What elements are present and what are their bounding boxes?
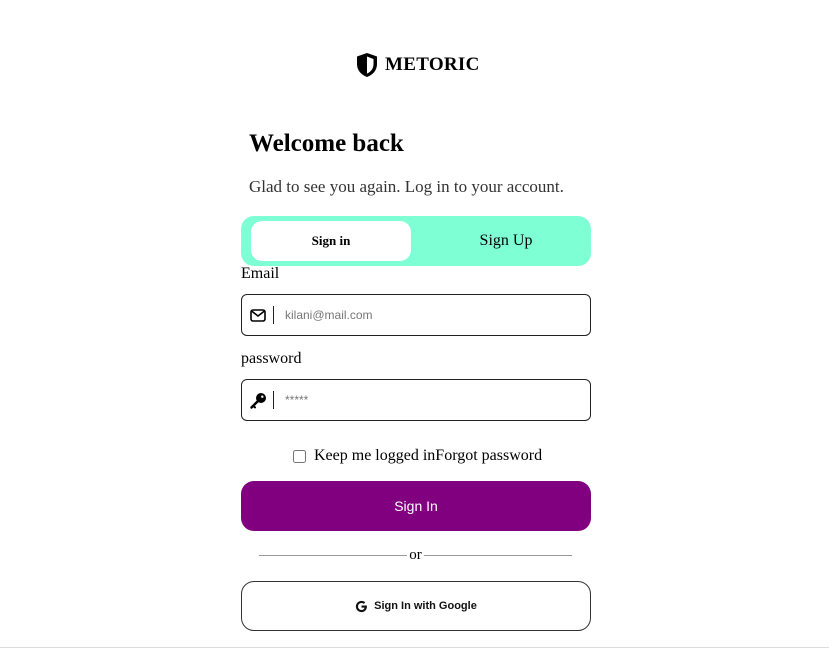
password-label: password bbox=[241, 350, 302, 367]
page-title: Welcome back bbox=[249, 130, 404, 157]
email-input[interactable] bbox=[274, 295, 590, 335]
email-label: Email bbox=[241, 265, 280, 282]
keep-logged-in-row: Keep me logged in Forgot password bbox=[292, 447, 542, 465]
google-button-label: Sign In with Google bbox=[374, 600, 477, 612]
google-icon bbox=[355, 600, 368, 613]
password-input[interactable] bbox=[274, 380, 590, 420]
keep-logged-in-checkbox[interactable] bbox=[293, 449, 306, 463]
password-field-wrapper bbox=[241, 379, 591, 421]
or-divider: or bbox=[259, 546, 572, 566]
google-sign-in-button[interactable]: Sign In with Google bbox=[241, 581, 591, 631]
auth-tabs: Sign in Sign Up bbox=[241, 216, 591, 266]
brand-logo: METORIC bbox=[355, 52, 480, 78]
shield-icon bbox=[355, 52, 379, 78]
page-bottom-border bbox=[0, 647, 829, 648]
email-field-wrapper bbox=[241, 294, 591, 336]
brand-name: METORIC bbox=[385, 54, 480, 75]
keep-logged-in-label: Keep me logged in bbox=[314, 447, 436, 464]
page-subtitle: Glad to see you again. Log in to your ac… bbox=[249, 177, 564, 196]
divider-line-right bbox=[424, 555, 572, 556]
envelope-icon bbox=[242, 295, 270, 335]
key-icon bbox=[242, 380, 270, 420]
forgot-password-link[interactable]: Forgot password bbox=[435, 447, 542, 465]
tab-sign-up[interactable]: Sign Up bbox=[431, 221, 581, 261]
sign-in-button[interactable]: Sign In bbox=[241, 481, 591, 531]
tab-sign-in[interactable]: Sign in bbox=[251, 221, 411, 261]
